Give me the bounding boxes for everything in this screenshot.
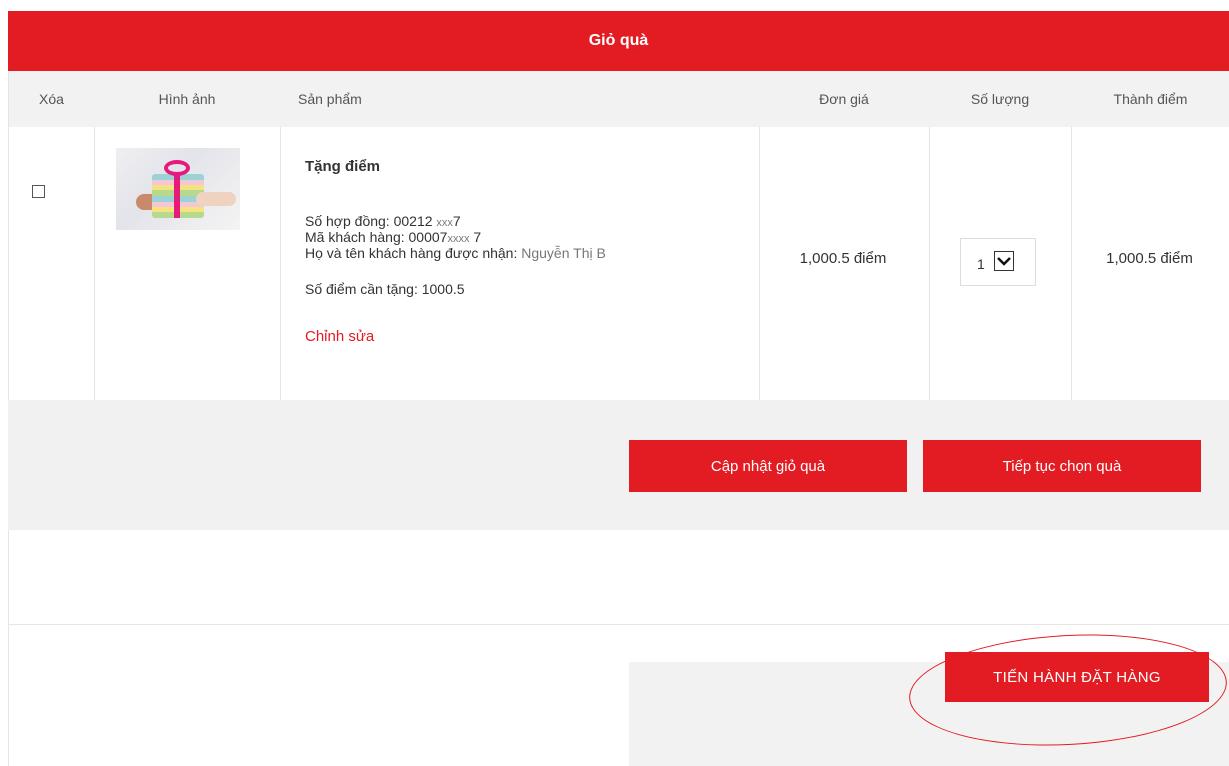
contract-label: Số hợp đồng: 00212 — [305, 213, 433, 229]
contract-suffix: 7 — [452, 213, 461, 229]
customer-label: Mã khách hàng: 00007 — [305, 229, 448, 245]
delete-checkbox[interactable] — [32, 185, 45, 198]
col-quantity: Số lượng — [970, 91, 1030, 107]
recipient-value: Nguyễn Thị B — [517, 245, 606, 261]
customer-suffix: 7 — [469, 229, 482, 245]
divider — [929, 127, 930, 400]
update-cart-button[interactable]: Cập nhật giỏ quà — [629, 440, 907, 492]
contract-masked: xxx — [436, 217, 453, 229]
edit-link[interactable]: Chỉnh sửa — [305, 328, 374, 345]
continue-shopping-button[interactable]: Tiếp tục chọn quà — [923, 440, 1201, 492]
col-product: Sản phẩm — [298, 91, 362, 107]
col-total: Thành điểm — [1113, 91, 1188, 107]
gift-product-image — [116, 148, 240, 230]
recipient-label: Họ và tên khách hàng được nhận: — [305, 245, 518, 261]
line-total: 1,000.5 điểm — [1106, 250, 1193, 267]
cart-title: Giỏ quà — [588, 32, 649, 49]
hand-shape — [196, 192, 236, 206]
col-delete: Xóa — [39, 91, 64, 107]
divider — [94, 127, 95, 400]
ribbon-bow-shape — [164, 160, 190, 176]
divider — [8, 530, 9, 766]
ribbon-shape — [174, 174, 180, 218]
quantity-select[interactable]: 1 — [960, 238, 1036, 286]
divider — [8, 624, 1229, 625]
divider — [280, 127, 281, 400]
col-image: Hình ảnh — [158, 91, 216, 107]
cart-table: Xóa Hình ảnh Sản phẩm Đơn giá Số lượng T… — [8, 71, 1229, 401]
recipient-name: Họ và tên khách hàng được nhận: Nguyễn T… — [305, 245, 725, 261]
customer-masked: xxxx — [447, 233, 470, 245]
points-to-give: Số điểm cần tặng: 1000.5 — [305, 281, 465, 297]
chevron-down-icon[interactable] — [994, 251, 1014, 271]
col-unit-price: Đơn giá — [819, 91, 869, 107]
cart-header: Giỏ quà — [8, 11, 1229, 71]
table-header-row: Xóa Hình ảnh Sản phẩm Đơn giá Số lượng T… — [9, 71, 1229, 127]
unit-price: 1,000.5 điểm — [799, 250, 887, 267]
product-title: Tặng điểm — [305, 158, 381, 175]
quantity-value: 1 — [977, 256, 985, 272]
